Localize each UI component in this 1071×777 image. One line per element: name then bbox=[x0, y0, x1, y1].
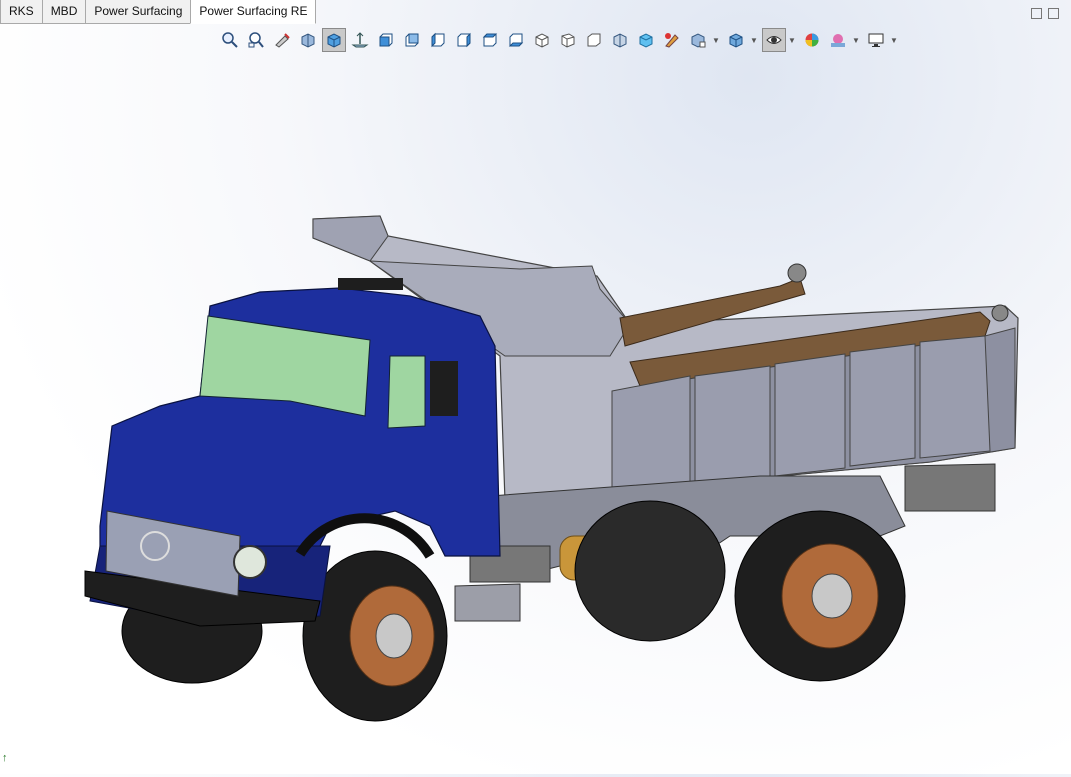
restore-window-icon[interactable] bbox=[1031, 8, 1042, 19]
top-view-icon[interactable] bbox=[478, 28, 502, 52]
dimetric-view-icon[interactable] bbox=[582, 28, 606, 52]
isometric-view-icon[interactable] bbox=[530, 28, 554, 52]
appearance-ball-icon[interactable] bbox=[800, 28, 824, 52]
normal-to-icon[interactable] bbox=[348, 28, 372, 52]
edit-appearance-icon[interactable] bbox=[660, 28, 684, 52]
zoom-to-area-icon[interactable] bbox=[244, 28, 268, 52]
tab-power-surfacing-re[interactable]: Power Surfacing RE bbox=[190, 0, 317, 24]
back-view-icon[interactable] bbox=[400, 28, 424, 52]
window-controls bbox=[1031, 8, 1059, 19]
command-manager-tabs: RKS MBD Power Surfacing Power Surfacing … bbox=[0, 0, 317, 24]
hidden-lines-icon[interactable] bbox=[634, 28, 658, 52]
chevron-down-icon[interactable]: ▼ bbox=[890, 28, 898, 52]
display-style-icon[interactable] bbox=[686, 28, 710, 52]
chevron-down-icon[interactable]: ▼ bbox=[788, 28, 796, 52]
tab-rks[interactable]: RKS bbox=[0, 0, 43, 24]
trimetric-view-icon[interactable] bbox=[556, 28, 580, 52]
view-orientation-icon[interactable] bbox=[322, 28, 346, 52]
graphics-area[interactable] bbox=[0, 56, 1071, 774]
previous-view-icon[interactable] bbox=[270, 28, 294, 52]
wireframe-icon[interactable] bbox=[608, 28, 632, 52]
truck-model[interactable] bbox=[0, 56, 1071, 774]
coordinate-triad-icon: ↑ bbox=[2, 752, 8, 764]
hide-show-items-icon[interactable] bbox=[724, 28, 748, 52]
right-view-icon[interactable] bbox=[452, 28, 476, 52]
tab-mbd[interactable]: MBD bbox=[41, 0, 87, 24]
truck-cab[interactable] bbox=[84, 278, 501, 627]
tab-power-surfacing[interactable]: Power Surfacing bbox=[85, 0, 192, 24]
bottom-view-icon[interactable] bbox=[504, 28, 528, 52]
eye-icon[interactable] bbox=[762, 28, 786, 52]
left-view-icon[interactable] bbox=[426, 28, 450, 52]
monitor-icon[interactable] bbox=[864, 28, 888, 52]
maximize-window-icon[interactable] bbox=[1048, 8, 1059, 19]
zoom-to-fit-icon[interactable] bbox=[218, 28, 242, 52]
chevron-down-icon[interactable]: ▼ bbox=[750, 28, 758, 52]
section-view-icon[interactable] bbox=[296, 28, 320, 52]
chevron-down-icon[interactable]: ▼ bbox=[712, 28, 720, 52]
front-view-icon[interactable] bbox=[374, 28, 398, 52]
heads-up-view-toolbar: ▼ ▼ ▼ ▼ ▼ bbox=[218, 27, 902, 53]
chevron-down-icon[interactable]: ▼ bbox=[852, 28, 860, 52]
scene-icon[interactable] bbox=[826, 28, 850, 52]
